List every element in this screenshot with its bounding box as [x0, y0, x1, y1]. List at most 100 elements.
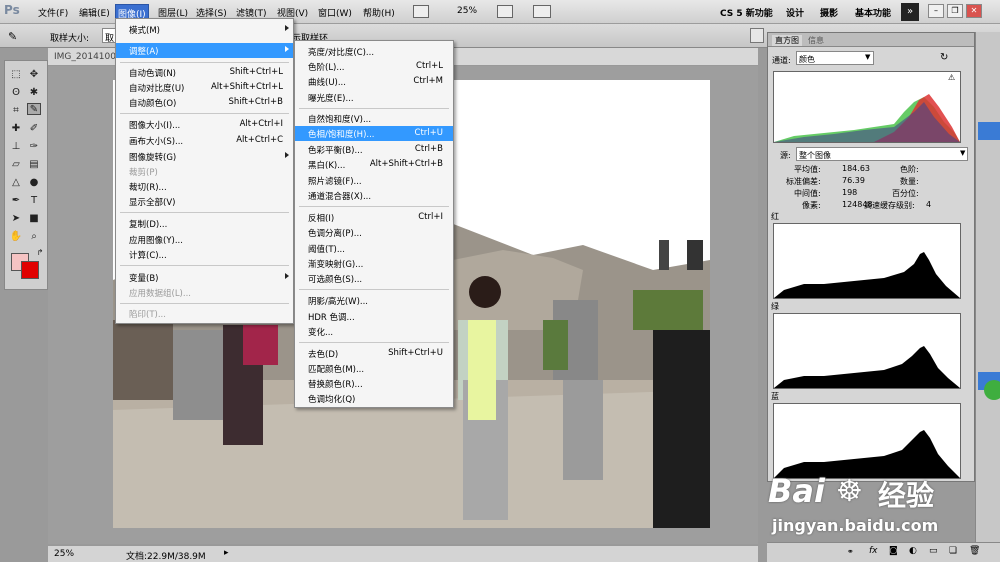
trash-icon[interactable]: 🗑	[969, 546, 980, 556]
workspace-design[interactable]: 设计	[786, 6, 804, 19]
adj-curves[interactable]: 曲线(U)... Ctrl+M	[295, 74, 453, 89]
menu-item-image-rotation[interactable]: 图像旋转(G)	[116, 149, 293, 164]
workspace-essentials[interactable]: 基本功能	[855, 6, 891, 19]
adj-gradient-map[interactable]: 渐变映射(G)...	[295, 256, 453, 271]
tab-info[interactable]: 信息	[808, 35, 824, 46]
brush-tool-icon[interactable]: ✐	[27, 123, 41, 135]
menu-item-duplicate[interactable]: 复制(D)...	[116, 216, 293, 231]
type-tool-icon[interactable]: T	[27, 195, 41, 207]
zoom-level[interactable]: 25%	[455, 6, 479, 16]
menu-item-auto-color[interactable]: 自动颜色(O) Shift+Ctrl+B	[116, 95, 293, 110]
layers-bottom-toolbar: ⚭ fx ◙ ◐ ▭ ❏ 🗑	[767, 542, 1000, 562]
menu-item-variables[interactable]: 变量(B)	[116, 270, 293, 285]
stamp-tool-icon[interactable]: ⊥	[9, 141, 23, 153]
adj-replace-color[interactable]: 替换颜色(R)...	[295, 376, 453, 391]
close-button[interactable]: ✕	[966, 4, 982, 18]
fx-icon[interactable]: fx	[869, 546, 878, 556]
source-select[interactable]: 整个图像	[796, 147, 968, 161]
new-layer-icon[interactable]: ❏	[949, 546, 957, 556]
adj-color-balance[interactable]: 色彩平衡(B)... Ctrl+B	[295, 142, 453, 157]
adj-hdr-toning[interactable]: HDR 色调...	[295, 309, 453, 324]
workspace-cs5-new[interactable]: CS 5 新功能	[720, 6, 773, 19]
zoom-tool-icon[interactable]: ⌕	[27, 231, 41, 243]
lasso-tool-icon[interactable]: ʘ	[9, 87, 23, 99]
menu-image[interactable]: 图像(I)	[115, 4, 149, 20]
menu-item-adjust[interactable]: 调整(A)	[116, 43, 293, 58]
workspace-photography[interactable]: 摄影	[820, 6, 838, 19]
marquee-tool-icon[interactable]: ⬚	[9, 69, 23, 81]
menu-item-mode[interactable]: 模式(M)	[116, 22, 293, 37]
folder-icon[interactable]: ▭	[929, 546, 938, 556]
menu-item-auto-contrast[interactable]: 自动对比度(U) Alt+Shift+Ctrl+L	[116, 80, 293, 95]
mask-icon[interactable]: ◙	[889, 546, 898, 556]
eyedropper-icon[interactable]: ✎	[8, 30, 17, 43]
arrange-icon[interactable]	[497, 5, 513, 18]
menu-file[interactable]: 文件(F)	[36, 6, 70, 19]
blur-tool-icon[interactable]: △	[9, 177, 23, 189]
menu-help[interactable]: 帮助(H)	[361, 6, 397, 19]
gradient-tool-icon[interactable]: ▤	[27, 159, 41, 171]
histogram-color-graph	[774, 94, 960, 142]
layout-icon[interactable]	[413, 5, 429, 18]
refresh-icon[interactable]: ↻	[940, 52, 948, 63]
menu-edit[interactable]: 编辑(E)	[77, 6, 112, 19]
dodge-tool-icon[interactable]: ●	[27, 177, 41, 189]
adjustments-submenu: 亮度/对比度(C)... 色阶(L)... Ctrl+L 曲线(U)... Ctrl…	[294, 40, 454, 408]
adj-photo-filter[interactable]: 照片滤镜(F)...	[295, 173, 453, 188]
eyedropper-tool-icon[interactable]: ✎	[27, 103, 41, 115]
menu-item-image-size[interactable]: 图像大小(I)... Alt+Ctrl+I	[116, 117, 293, 132]
menu-window[interactable]: 窗口(W)	[316, 6, 354, 19]
shape-tool-icon[interactable]: ■	[27, 213, 41, 225]
menu-item-apply-image[interactable]: 应用图像(Y)...	[116, 232, 293, 247]
channel-dropdown-icon[interactable]: ▼	[865, 53, 870, 61]
stat-cache-value: 4	[926, 200, 932, 209]
adj-invert[interactable]: 反相(I) Ctrl+I	[295, 210, 453, 225]
adj-desaturate[interactable]: 去色(D) Shift+Ctrl+U	[295, 346, 453, 361]
crop-tool-icon[interactable]: ⌗	[9, 105, 23, 117]
adjustment-layer-icon[interactable]: ◐	[909, 546, 917, 556]
menu-item-canvas-size[interactable]: 画布大小(S)... Alt+Ctrl+C	[116, 133, 293, 148]
adj-shadows-highlights[interactable]: 阴影/高光(W)...	[295, 293, 453, 308]
link-icon[interactable]: ⚭	[847, 547, 854, 556]
adj-brightness-contrast[interactable]: 亮度/对比度(C)...	[295, 44, 453, 59]
screen-mode-icon[interactable]	[533, 5, 551, 18]
background-color-swatch[interactable]	[21, 261, 39, 279]
healing-tool-icon[interactable]: ✚	[9, 123, 23, 135]
adj-vibrance[interactable]: 自然饱和度(V)...	[295, 111, 453, 126]
adj-hue-saturation[interactable]: 色相/饱和度(H)... Ctrl+U	[295, 126, 453, 141]
adj-black-white[interactable]: 黑白(K)... Alt+Shift+Ctrl+B	[295, 157, 453, 172]
path-select-icon[interactable]: ➤	[9, 213, 23, 225]
history-brush-icon[interactable]: ✑	[27, 141, 41, 153]
minimize-button[interactable]: –	[928, 4, 944, 18]
swap-colors-icon[interactable]: ↱	[33, 247, 47, 259]
eraser-tool-icon[interactable]: ▱	[9, 159, 23, 171]
source-dropdown-icon[interactable]: ▼	[960, 149, 965, 157]
adj-posterize[interactable]: 色调分离(P)...	[295, 225, 453, 240]
adj-exposure[interactable]: 曝光度(E)...	[295, 90, 453, 105]
adj-selective-color[interactable]: 可选颜色(S)...	[295, 271, 453, 286]
blue-channel-label: 蓝	[771, 392, 779, 401]
hand-tool-icon[interactable]: ✋	[9, 231, 23, 243]
panel-toggle-icon[interactable]	[750, 28, 764, 43]
menu-item-auto-tone[interactable]: 自动色调(N) Shift+Ctrl+L	[116, 65, 293, 80]
adj-match-color[interactable]: 匹配颜色(M)...	[295, 361, 453, 376]
menu-item-calculations[interactable]: 计算(C)...	[116, 247, 293, 262]
adj-channel-mixer[interactable]: 通道混合器(X)...	[295, 188, 453, 203]
adj-threshold[interactable]: 阈值(T)...	[295, 241, 453, 256]
pen-tool-icon[interactable]: ✒	[9, 195, 23, 207]
tab-histogram[interactable]: 直方图	[772, 35, 802, 46]
adj-levels[interactable]: 色阶(L)... Ctrl+L	[295, 59, 453, 74]
more-workspaces-button[interactable]: »	[901, 3, 919, 21]
status-zoom[interactable]: 25%	[54, 549, 74, 559]
sample-size-select[interactable]: 取	[102, 28, 116, 44]
move-tool-icon[interactable]: ✥	[27, 69, 41, 81]
restore-button[interactable]: ❐	[947, 4, 963, 18]
adj-equalize[interactable]: 色调均化(Q)	[295, 391, 453, 406]
adj-variations[interactable]: 变化...	[295, 324, 453, 339]
status-arrow-icon[interactable]: ▸	[224, 548, 229, 558]
layer-highlight[interactable]	[978, 122, 1000, 140]
menu-item-reveal-all[interactable]: 显示全部(V)	[116, 194, 293, 209]
quick-select-icon[interactable]: ✱	[27, 87, 41, 99]
menu-item-trim[interactable]: 裁切(R)...	[116, 179, 293, 194]
channel-select[interactable]: 颜色	[796, 51, 874, 65]
